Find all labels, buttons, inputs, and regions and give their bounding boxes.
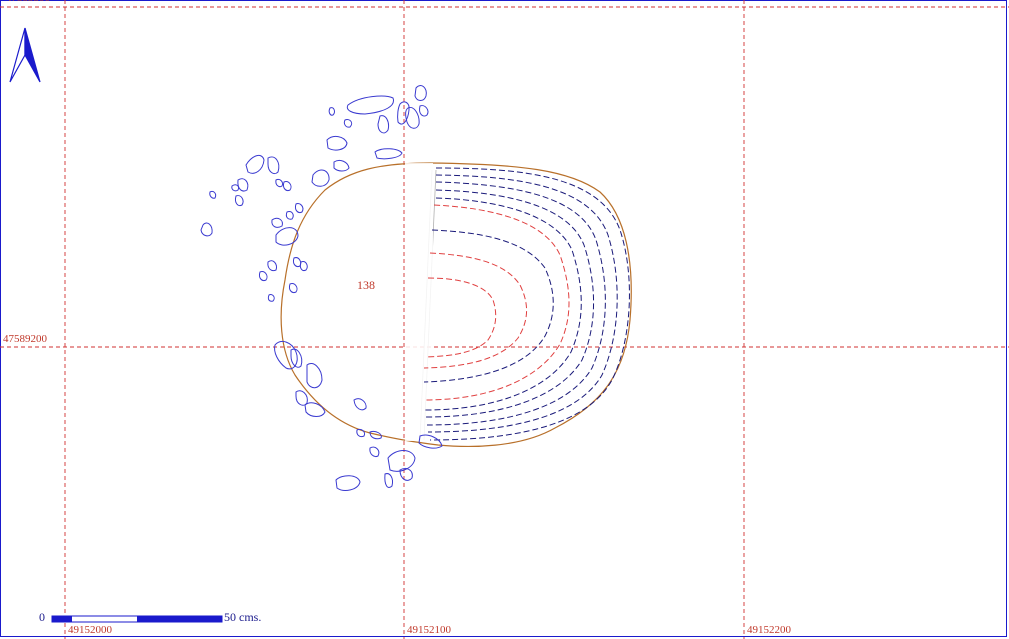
grid-label-top-partial: 47589300: [6, 0, 50, 4]
map-frame: [0, 0, 1007, 637]
contour-dark-5: [424, 197, 582, 411]
section-blank: [405, 163, 433, 441]
grid-label-x-49152000: 49152000: [68, 624, 112, 636]
contour-dark-6: [423, 229, 554, 383]
stone: [209, 191, 217, 199]
stone: [235, 195, 244, 206]
stone: [343, 119, 353, 128]
stone: [374, 148, 403, 160]
stone: [333, 159, 350, 172]
stone: [295, 203, 304, 213]
stone: [299, 261, 308, 271]
stone: [231, 184, 239, 192]
stone: [353, 398, 367, 411]
contour-dark-2: [427, 174, 618, 433]
stone: [259, 271, 268, 281]
stone: [326, 135, 348, 151]
scale-bar: [51, 615, 223, 623]
stone: [267, 156, 280, 175]
stone: [267, 260, 277, 272]
stone: [289, 283, 298, 293]
stone: [267, 294, 275, 302]
grid-label-y-47589200: 47589200: [3, 333, 47, 345]
stone: [414, 85, 427, 101]
stone: [285, 211, 294, 220]
grid-label-x-49152100: 49152100: [407, 624, 451, 636]
stone: [369, 446, 380, 457]
grid-label-x-49152200: 49152200: [747, 624, 791, 636]
grid-lines: [0, 0, 1009, 639]
contour-lines: [423, 167, 630, 441]
stone: [275, 179, 283, 188]
stone: [237, 178, 249, 192]
pit-outline: [280, 162, 632, 448]
stone: [271, 217, 283, 228]
contour-dark-3: [426, 181, 606, 426]
stone: [295, 390, 308, 406]
contour-red-3: [425, 277, 497, 358]
stone: [335, 475, 361, 491]
stone: [346, 95, 394, 115]
stone: [245, 154, 265, 174]
stone: [384, 473, 393, 488]
stone: [200, 222, 213, 237]
stone: [387, 450, 416, 472]
stone: [377, 115, 389, 134]
contour-dark-4: [425, 189, 595, 418]
stone: [311, 169, 330, 187]
stone: [306, 363, 323, 389]
stone: [304, 402, 326, 417]
north-arrow-icon: [9, 27, 41, 83]
stone: [283, 181, 292, 191]
stone: [397, 101, 410, 125]
stone: [275, 227, 299, 246]
scale-start-label: 0: [39, 610, 45, 624]
contour-red-2: [423, 252, 527, 369]
stone: [328, 107, 335, 116]
feature-label: 138: [357, 278, 375, 292]
stone: [293, 257, 302, 267]
stone: [419, 105, 429, 117]
scale-end-label: 50 cms.: [224, 610, 262, 624]
archaeological-plan-map: [0, 0, 1009, 639]
contour-dark-1: [429, 167, 630, 441]
